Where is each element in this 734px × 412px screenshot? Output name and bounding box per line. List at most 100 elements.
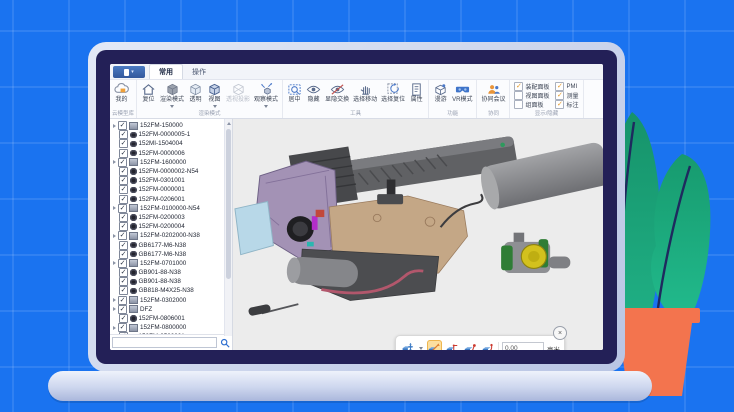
- display-checkbox[interactable]: 组面板: [514, 100, 549, 109]
- checkbox-icon[interactable]: [514, 91, 524, 100]
- drag-move-button[interactable]: [426, 340, 442, 350]
- tree-search-input[interactable]: [112, 337, 217, 348]
- checkbox-icon[interactable]: [514, 100, 524, 109]
- checkbox-icon[interactable]: ✓: [555, 91, 565, 100]
- item-checkbox[interactable]: ✓: [118, 295, 127, 305]
- item-checkbox[interactable]: ✓: [119, 268, 128, 278]
- free-move-button[interactable]: [400, 340, 415, 350]
- tree-item[interactable]: ✓ 152FM-0206001: [110, 194, 232, 204]
- tree-item[interactable]: ✓ 152FM-0302000: [110, 295, 232, 305]
- reset-button[interactable]: 复位: [139, 81, 158, 104]
- search-button[interactable]: [219, 337, 230, 348]
- item-checkbox[interactable]: ✓: [119, 314, 128, 324]
- view-button[interactable]: 视图: [205, 81, 224, 108]
- item-checkbox[interactable]: ✓: [119, 148, 128, 158]
- checkbox-icon[interactable]: ✓: [514, 82, 524, 91]
- tree-item[interactable]: ✓ GB818-M4X25-N38: [110, 286, 232, 296]
- point-move-button[interactable]: [462, 340, 477, 350]
- tree-item[interactable]: ✓ 152FM-0000005-1: [110, 130, 232, 140]
- expand-caret-icon[interactable]: [113, 160, 116, 165]
- display-checkbox[interactable]: ✓ 装配面板: [514, 82, 549, 91]
- tree-item[interactable]: ✓ 152FM-1600000: [110, 157, 232, 167]
- tree-item[interactable]: ✓ 152FM-0000002-N54: [110, 167, 232, 177]
- rotate-move-button[interactable]: [480, 340, 495, 350]
- tree-item[interactable]: ✓ 152FM-0701000: [110, 258, 232, 268]
- item-checkbox[interactable]: ✓: [119, 212, 128, 222]
- transparent-button[interactable]: 透明: [186, 81, 205, 104]
- expand-caret-icon[interactable]: [113, 298, 116, 303]
- dropdown-caret-icon[interactable]: [418, 347, 423, 350]
- tree-item[interactable]: ✓ GB6177-M6-N38: [110, 240, 232, 250]
- item-checkbox[interactable]: ✓: [119, 240, 128, 250]
- scrollbar-thumb[interactable]: [226, 129, 231, 279]
- collab-meeting-button[interactable]: 协同会议: [479, 81, 507, 104]
- tab-common[interactable]: 常用: [149, 64, 183, 79]
- close-toolbar-button[interactable]: ×: [553, 326, 567, 340]
- scroll-up-arrow-icon[interactable]: [225, 119, 232, 127]
- item-checkbox[interactable]: ✓: [118, 231, 127, 241]
- item-checkbox[interactable]: ✓: [118, 157, 127, 167]
- item-checkbox[interactable]: ✓: [119, 194, 128, 204]
- tree-item[interactable]: ✓ 152FM-0100000-N54: [110, 203, 232, 213]
- item-checkbox[interactable]: ✓: [119, 176, 128, 186]
- item-checkbox[interactable]: ✓: [119, 130, 128, 140]
- expand-caret-icon[interactable]: [113, 233, 116, 238]
- vr-mode-button[interactable]: VR模式: [450, 81, 474, 104]
- tree-item[interactable]: ✓ 152FM-0806001: [110, 314, 232, 324]
- app-menu-button[interactable]: ▾: [113, 66, 145, 78]
- item-checkbox[interactable]: ✓: [119, 167, 128, 177]
- tree-item[interactable]: ✓ 152FM-0200003: [110, 212, 232, 222]
- expand-caret-icon[interactable]: [113, 261, 116, 266]
- item-checkbox[interactable]: ✓: [118, 121, 127, 131]
- tree-item[interactable]: ✓ 152FM-0000001: [110, 185, 232, 195]
- item-checkbox[interactable]: ✓: [119, 139, 128, 149]
- item-checkbox[interactable]: ✓: [119, 277, 128, 287]
- render-mode-button[interactable]: 渲染模式: [158, 81, 186, 108]
- tab-operation[interactable]: 操作: [183, 65, 215, 79]
- item-checkbox[interactable]: ✓: [118, 323, 127, 333]
- tree-item[interactable]: ✓ GB901-88-N38: [110, 268, 232, 278]
- item-label: 152FM-0202000-N38: [140, 232, 200, 240]
- display-checkbox[interactable]: 视图面板: [514, 91, 549, 100]
- show-hide-swap-button[interactable]: 显隐交换: [323, 81, 351, 104]
- expand-caret-icon[interactable]: [113, 206, 116, 211]
- tree-scrollbar[interactable]: [224, 119, 232, 336]
- item-checkbox[interactable]: ✓: [118, 203, 127, 213]
- tree-item[interactable]: ✓ GB901-88-N38: [110, 277, 232, 287]
- display-checkbox[interactable]: ✓ PMI: [555, 82, 578, 91]
- item-checkbox[interactable]: ✓: [119, 185, 128, 195]
- tree-item[interactable]: ✓ 152FM-0202000-N38: [110, 231, 232, 241]
- expand-caret-icon[interactable]: [113, 307, 116, 312]
- tree-item[interactable]: ✓ DFZ: [110, 304, 232, 314]
- checkbox-icon[interactable]: ✓: [555, 100, 565, 109]
- hide-button[interactable]: 隐藏: [304, 81, 323, 104]
- item-checkbox[interactable]: ✓: [118, 258, 127, 268]
- display-checkbox[interactable]: ✓ 标注: [555, 100, 579, 109]
- tree-item[interactable]: ✓ 152MI-1504004: [110, 139, 232, 149]
- distance-input[interactable]: [502, 341, 545, 350]
- expand-caret-icon[interactable]: [113, 123, 116, 128]
- display-checkbox[interactable]: ✓ 测量: [555, 91, 579, 100]
- axis-move-button[interactable]: [445, 340, 460, 350]
- item-checkbox[interactable]: ✓: [118, 304, 127, 314]
- tree-item[interactable]: ✓ GB6177-M6-N38: [110, 249, 232, 259]
- model-viewport[interactable]: 毫米 ×: [233, 119, 603, 350]
- item-checkbox[interactable]: ✓: [119, 286, 128, 296]
- properties-button[interactable]: 属性: [407, 81, 426, 104]
- center-button[interactable]: 居中: [285, 81, 304, 104]
- tree-item[interactable]: ✓ 152FM-150000: [110, 121, 232, 131]
- observe-mode-button[interactable]: 观察模式: [252, 81, 280, 108]
- checkbox-icon[interactable]: ✓: [555, 82, 565, 91]
- tree-item[interactable]: ✓ 152FM-0200004: [110, 222, 232, 232]
- item-checkbox[interactable]: ✓: [119, 249, 128, 259]
- select-move-button[interactable]: 选择移动: [351, 81, 379, 104]
- tree-item[interactable]: ✓ 152FM-0800000: [110, 323, 232, 333]
- tree-item[interactable]: ✓ 152FM-0301001: [110, 176, 232, 186]
- expand-caret-icon[interactable]: [113, 325, 116, 330]
- item-label: 152FM-0000006: [138, 149, 185, 157]
- tree-item[interactable]: ✓ 152FM-0000006: [110, 148, 232, 158]
- roam-button[interactable]: 漫游: [431, 81, 450, 104]
- item-checkbox[interactable]: ✓: [119, 222, 128, 232]
- my-models-button[interactable]: 我的: [112, 81, 131, 104]
- select-reset-button[interactable]: 选择复位: [379, 81, 407, 104]
